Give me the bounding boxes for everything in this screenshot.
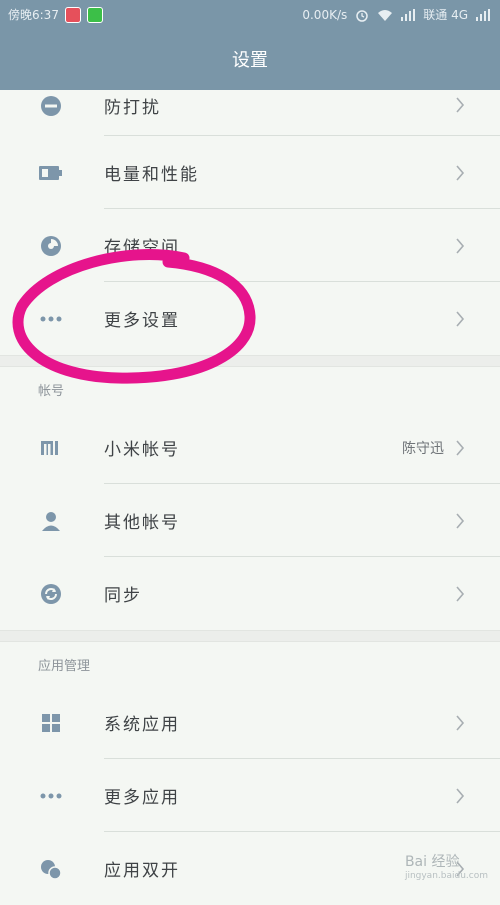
settings-item-mi-account[interactable]: 小米帐号 陈守迅: [0, 411, 500, 484]
title-bar: 设置: [0, 28, 500, 90]
settings-item-system-apps[interactable]: 系统应用: [0, 686, 500, 759]
watermark-logo: Bai 经验: [404, 854, 460, 870]
page-title: 设置: [232, 50, 268, 71]
settings-item-label: 防打扰: [104, 98, 161, 118]
settings-item-label: 更多设置: [104, 311, 180, 331]
settings-item-storage[interactable]: 存储空间: [0, 209, 500, 282]
settings-list: 防打扰 电量和性能 存储空间 更多设置 帐号 小米帐号 陈守迅 其他帐号 同步 …: [0, 90, 500, 905]
alarm-icon: [356, 9, 368, 22]
section-divider: [0, 630, 500, 642]
settings-item-label: 小米帐号: [104, 440, 180, 460]
settings-item-label: 更多应用: [104, 788, 180, 808]
settings-item-label: 系统应用: [104, 715, 180, 735]
do-not-disturb-icon: [38, 93, 64, 119]
settings-item-more-apps[interactable]: 更多应用: [0, 759, 500, 832]
battery-icon: [38, 160, 64, 186]
section-header-app-management: 应用管理: [38, 658, 91, 674]
settings-item-other-accounts[interactable]: 其他帐号: [0, 484, 500, 557]
chevron-right-icon: [456, 512, 465, 529]
wechat-notification-icon: [86, 6, 103, 23]
chevron-right-icon: [456, 164, 465, 181]
chevron-right-icon: [456, 97, 465, 113]
settings-item-more-settings[interactable]: 更多设置: [0, 282, 500, 355]
signal-4g-icon: [476, 8, 490, 21]
watermark-url: jingyan.baidu.com: [404, 871, 488, 881]
dual-apps-icon: [38, 856, 64, 882]
settings-item-label: 电量和性能: [104, 165, 199, 185]
storage-pie-icon: [38, 233, 64, 259]
settings-item-do-not-disturb[interactable]: 防打扰: [0, 90, 500, 136]
watermark: Bai 经验 jingyan.baidu.com: [405, 851, 488, 881]
settings-item-label: 同步: [104, 586, 142, 606]
chevron-right-icon: [456, 237, 465, 254]
grid-apps-icon: [38, 710, 64, 736]
mi-logo-icon: [38, 435, 64, 461]
settings-item-label: 应用双开: [104, 861, 180, 881]
carrier-label: 联通 4G: [423, 8, 468, 22]
app-notification-icon: [64, 6, 81, 23]
chevron-right-icon: [456, 439, 465, 456]
sync-icon: [38, 581, 64, 607]
chevron-right-icon: [456, 585, 465, 602]
chevron-right-icon: [456, 714, 465, 731]
chevron-right-icon: [456, 787, 465, 804]
status-time: 傍晚6:37: [8, 8, 59, 22]
chevron-right-icon: [456, 310, 465, 327]
wifi-icon: [378, 9, 393, 21]
more-dots-icon: [38, 306, 64, 332]
settings-item-label: 存储空间: [104, 238, 180, 258]
status-bar: 傍晚6:37 0.00K/s 联通 4G: [0, 0, 500, 28]
settings-item-label: 其他帐号: [104, 513, 180, 533]
person-icon: [38, 508, 64, 534]
account-name: 陈守迅: [402, 440, 444, 457]
signal-icon: [401, 8, 416, 21]
section-header-accounts: 帐号: [38, 383, 65, 399]
more-dots-icon: [38, 783, 64, 809]
section-divider: [0, 355, 500, 367]
settings-item-battery[interactable]: 电量和性能: [0, 136, 500, 209]
settings-item-sync[interactable]: 同步: [0, 557, 500, 630]
network-speed: 0.00K/s: [302, 7, 348, 22]
